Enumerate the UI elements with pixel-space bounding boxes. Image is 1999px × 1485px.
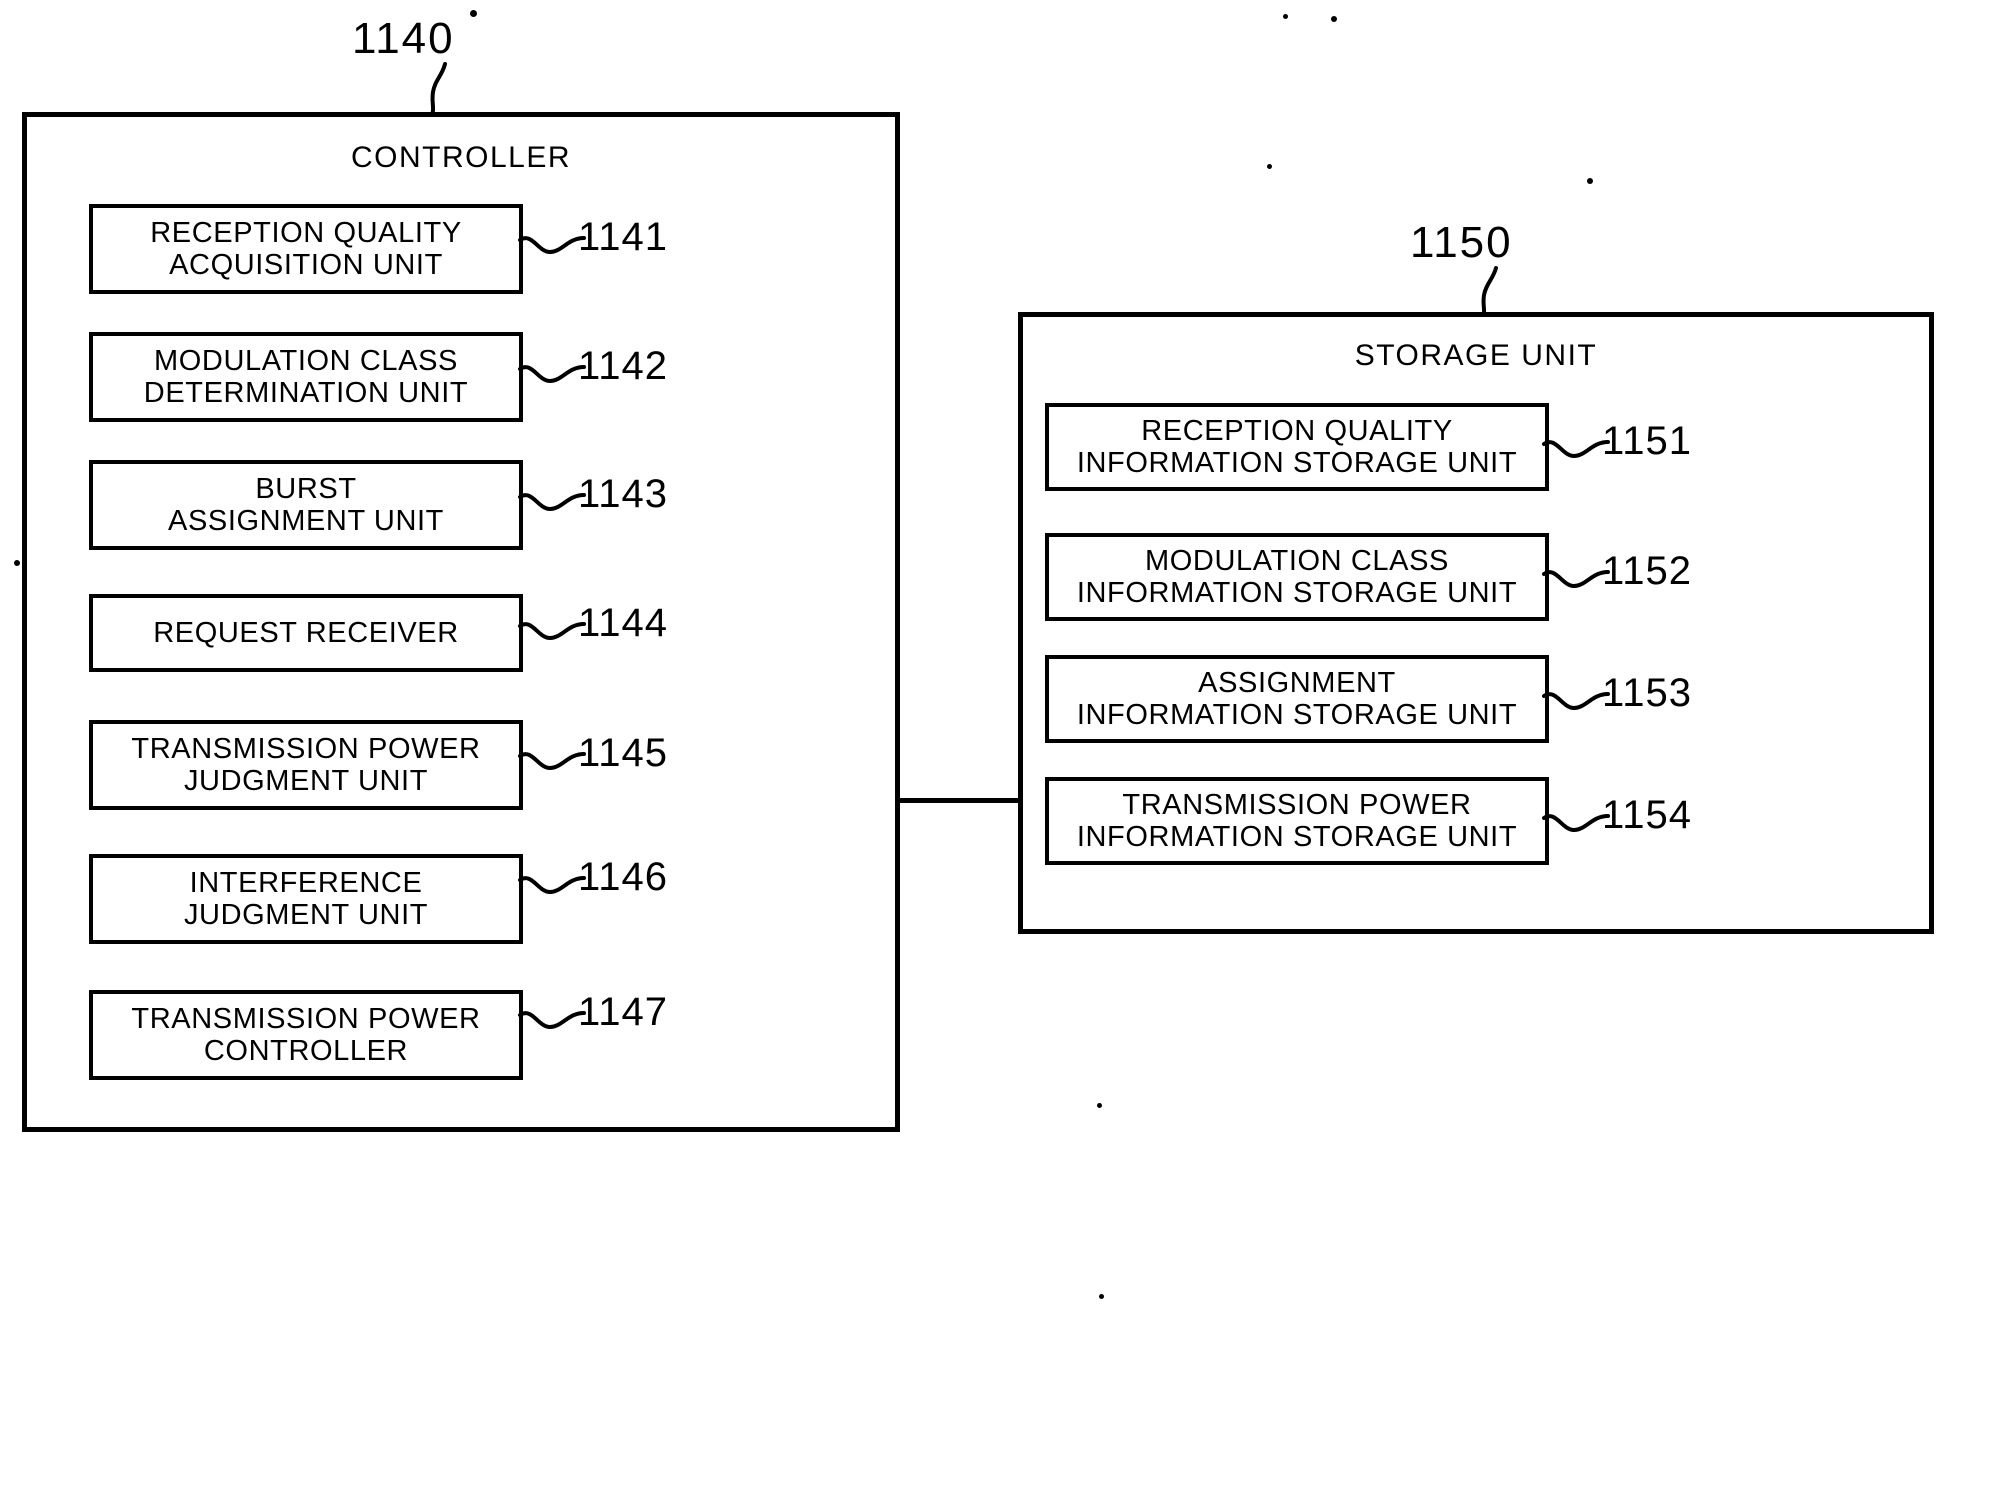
unit-box-reception-quality-acquisition[interactable]: RECEPTION QUALITY ACQUISITION UNIT xyxy=(89,204,523,294)
unit-box-transmission-power-controller[interactable]: TRANSMISSION POWER CONTROLLER xyxy=(89,990,523,1080)
callout-1145: 1145 xyxy=(578,731,669,775)
callout-1143: 1143 xyxy=(578,472,669,516)
unit-label: BURST ASSIGNMENT UNIT xyxy=(168,472,444,537)
callout-1146: 1146 xyxy=(578,855,669,899)
unit-label: RECEPTION QUALITY ACQUISITION UNIT xyxy=(150,216,462,281)
unit-box-interference-judgment[interactable]: INTERFERENCE JUDGMENT UNIT xyxy=(89,854,523,944)
scan-speck xyxy=(1587,178,1593,184)
scan-speck xyxy=(1283,14,1288,19)
unit-box-burst-assignment[interactable]: BURST ASSIGNMENT UNIT xyxy=(89,460,523,550)
scan-speck xyxy=(1097,1103,1102,1108)
unit-label: TRANSMISSION POWER CONTROLLER xyxy=(131,1002,481,1067)
controller-title: CONTROLLER xyxy=(350,141,572,174)
unit-label: TRANSMISSION POWER JUDGMENT UNIT xyxy=(131,732,481,797)
storage-ref-number: 1150 xyxy=(1410,218,1513,267)
scan-speck xyxy=(470,10,477,17)
unit-box-transmission-power-information-storage[interactable]: TRANSMISSION POWER INFORMATION STORAGE U… xyxy=(1045,777,1549,865)
controller-storage-connector xyxy=(897,798,1020,803)
unit-label: INTERFERENCE JUDGMENT UNIT xyxy=(183,866,429,931)
callout-1147: 1147 xyxy=(578,990,669,1034)
controller-ref-number: 1140 xyxy=(352,14,455,63)
callout-1141: 1141 xyxy=(578,215,669,259)
callout-1142: 1142 xyxy=(578,344,669,388)
unit-box-reception-quality-information-storage[interactable]: RECEPTION QUALITY INFORMATION STORAGE UN… xyxy=(1045,403,1549,491)
callout-1154: 1154 xyxy=(1602,793,1693,837)
unit-label: MODULATION CLASS INFORMATION STORAGE UNI… xyxy=(1076,544,1518,609)
unit-box-request-receiver[interactable]: REQUEST RECEIVER xyxy=(89,594,523,672)
unit-label: REQUEST RECEIVER xyxy=(153,616,459,649)
storage-title: STORAGE UNIT xyxy=(1354,339,1598,372)
storage-panel: STORAGE UNIT RECEPTION QUALITY INFORMATI… xyxy=(1018,312,1934,934)
unit-box-transmission-power-judgment[interactable]: TRANSMISSION POWER JUDGMENT UNIT xyxy=(89,720,523,810)
unit-box-assignment-information-storage[interactable]: ASSIGNMENT INFORMATION STORAGE UNIT xyxy=(1045,655,1549,743)
callout-1144: 1144 xyxy=(578,601,669,645)
unit-label: MODULATION CLASS DETERMINATION UNIT xyxy=(143,344,469,409)
unit-box-modulation-class-information-storage[interactable]: MODULATION CLASS INFORMATION STORAGE UNI… xyxy=(1045,533,1549,621)
scan-speck xyxy=(14,560,20,566)
figure-canvas: 1140 1150 CONTROLLER RECEPTION QUALITY A… xyxy=(0,0,1999,1485)
unit-box-modulation-class-determination[interactable]: MODULATION CLASS DETERMINATION UNIT xyxy=(89,332,523,422)
callout-1151: 1151 xyxy=(1602,419,1693,463)
scan-speck xyxy=(1267,164,1272,169)
controller-panel: CONTROLLER RECEPTION QUALITY ACQUISITION… xyxy=(22,112,900,1132)
scan-speck xyxy=(1099,1294,1104,1299)
scan-speck xyxy=(1331,16,1337,22)
callout-1152: 1152 xyxy=(1602,549,1693,593)
unit-label: ASSIGNMENT INFORMATION STORAGE UNIT xyxy=(1076,666,1518,731)
unit-label: RECEPTION QUALITY INFORMATION STORAGE UN… xyxy=(1076,414,1518,479)
callout-1153: 1153 xyxy=(1602,671,1693,715)
unit-label: TRANSMISSION POWER INFORMATION STORAGE U… xyxy=(1076,788,1518,853)
